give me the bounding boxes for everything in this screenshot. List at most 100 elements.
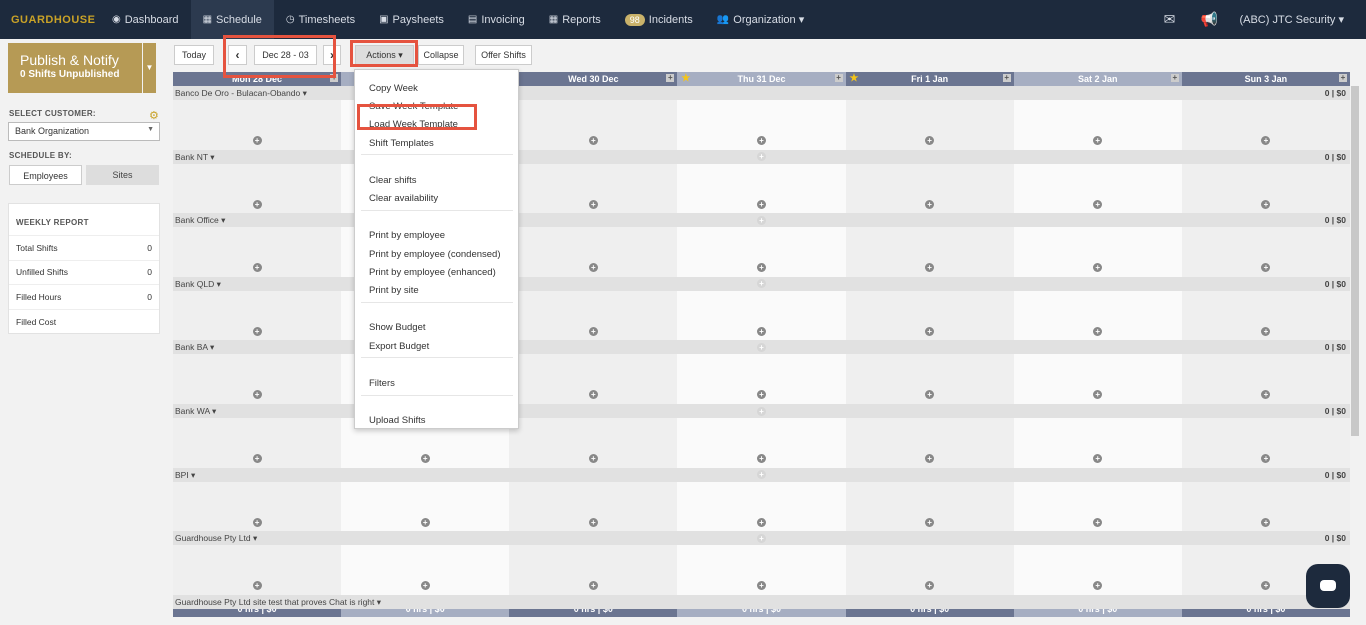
envelope-icon[interactable]: ✉ <box>1149 11 1189 28</box>
report-value: 0 <box>147 291 152 302</box>
company-menu[interactable]: (ABC) JTC Security ▾ <box>1229 13 1366 26</box>
add-shift-icon[interactable]: + <box>252 136 262 145</box>
day-label: Thu 31 Dec <box>737 74 786 84</box>
add-shift-icon[interactable]: + <box>252 326 262 336</box>
add-shift-icon[interactable]: + <box>756 326 766 336</box>
nav-label: Dashboard <box>124 13 179 26</box>
menu-print-by-site[interactable]: Print by site <box>369 285 419 296</box>
add-shift-icon[interactable]: + <box>1261 199 1271 209</box>
report-label: Total Shifts <box>16 242 58 253</box>
expand-day-icon[interactable]: + <box>1170 74 1179 82</box>
publish-title: Publish & Notify <box>20 52 119 68</box>
nav-organization[interactable]: 👥 Organization ▾ <box>705 0 816 39</box>
add-shift-icon[interactable]: + <box>252 517 262 527</box>
site-total: 0 | $0 <box>1324 278 1346 289</box>
menu-shift-templates[interactable]: Shift Templates <box>369 138 434 149</box>
add-shift-icon[interactable]: + <box>1093 326 1103 336</box>
add-shift-icon[interactable]: + <box>1093 517 1103 527</box>
add-shift-icon[interactable]: + <box>756 454 766 463</box>
publish-subtitle: 0 Shifts Unpublished <box>20 69 120 80</box>
expand-day-icon[interactable]: + <box>834 74 843 82</box>
menu-divider <box>361 154 513 155</box>
menu-show-budget[interactable]: Show Budget <box>369 322 426 333</box>
nav-dashboard[interactable]: ◉ Dashboard <box>100 0 191 39</box>
add-shift-icon[interactable]: + <box>588 454 598 463</box>
add-shift-icon[interactable]: + <box>588 517 598 527</box>
publish-dropdown-caret[interactable]: ▼ <box>143 43 156 93</box>
schedule-grid: Mon 28 Dec+0 hrs | $0Tue 29 Dec+0 hrs | … <box>173 72 1350 617</box>
expand-day-icon[interactable]: + <box>666 74 675 82</box>
add-shift-icon[interactable]: + <box>756 215 766 225</box>
nav-incidents[interactable]: 98 Incidents <box>613 0 705 39</box>
menu-filters[interactable]: Filters <box>369 378 395 389</box>
schedule-by-employees[interactable]: Employees <box>9 165 82 185</box>
nav-timesheets[interactable]: ◷ Timesheets <box>274 0 367 39</box>
add-shift-icon[interactable]: + <box>252 454 262 463</box>
add-shift-icon[interactable]: + <box>925 517 935 527</box>
add-shift-icon[interactable]: + <box>925 326 935 336</box>
scrollbar[interactable] <box>1351 86 1359 436</box>
report-row: Filled Cost <box>9 310 159 335</box>
add-shift-icon[interactable]: + <box>252 199 262 209</box>
menu-clear-availability[interactable]: Clear availability <box>369 193 438 204</box>
menu-print-by-employee[interactable]: Print by employee <box>369 230 445 241</box>
schedule-by-sites[interactable]: Sites <box>86 165 159 185</box>
add-shift-icon[interactable]: + <box>420 454 430 463</box>
guardhouse-logo[interactable]: GUARDHOUSE <box>0 14 100 26</box>
add-shift-icon[interactable]: + <box>756 517 766 527</box>
add-shift-icon[interactable]: + <box>252 263 262 273</box>
publish-notify-button[interactable]: Publish & Notify 0 Shifts Unpublished <box>8 43 142 93</box>
nav-schedule[interactable]: ▦ Schedule <box>190 0 274 39</box>
megaphone-icon[interactable]: 📢 <box>1189 11 1229 28</box>
expand-day-icon[interactable]: + <box>1002 74 1011 82</box>
nav-invoicing[interactable]: ▤ Invoicing <box>456 0 537 39</box>
site-total: 0 | $0 <box>1324 151 1346 162</box>
nav-paysheets[interactable]: ▣ Paysheets <box>367 0 456 39</box>
add-shift-icon[interactable]: + <box>925 199 935 209</box>
add-shift-icon[interactable]: + <box>252 581 262 591</box>
collapse-button[interactable]: Collapse <box>418 45 464 65</box>
expand-day-icon[interactable]: + <box>1338 74 1347 82</box>
today-button[interactable]: Today <box>174 45 214 65</box>
add-shift-icon[interactable]: + <box>756 136 766 145</box>
add-shift-icon[interactable]: + <box>588 581 598 591</box>
add-shift-icon[interactable]: + <box>420 517 430 527</box>
add-shift-icon[interactable]: + <box>588 136 598 145</box>
gear-icon[interactable]: ⚙ <box>149 109 159 122</box>
add-shift-icon[interactable]: + <box>420 581 430 591</box>
chat-bubble-icon <box>1320 580 1336 591</box>
add-shift-icon[interactable]: + <box>756 199 766 209</box>
menu-export-budget[interactable]: Export Budget <box>369 341 429 352</box>
chat-widget-button[interactable] <box>1306 564 1350 608</box>
menu-clear-shifts[interactable]: Clear shifts <box>369 175 417 186</box>
add-shift-icon[interactable]: + <box>1093 199 1103 209</box>
customer-select[interactable]: Bank Organization ▼ <box>8 122 160 141</box>
add-shift-icon[interactable]: + <box>756 152 766 162</box>
site-row-header[interactable]: Guardhouse Pty Ltd site test that proves… <box>173 594 1350 609</box>
money-icon: ▣ <box>379 14 389 25</box>
add-shift-icon[interactable]: + <box>756 533 766 543</box>
nav-reports[interactable]: ▦ Reports <box>537 0 613 39</box>
report-row: Total Shifts 0 <box>9 236 159 261</box>
menu-print-by-employee-enhanced[interactable]: Print by employee (enhanced) <box>369 267 496 278</box>
site-row-header[interactable]: Banco De Oro - Bulacan-Obando ▾ 0 | $0 <box>173 86 1350 100</box>
menu-copy-week[interactable]: Copy Week <box>369 83 418 94</box>
day-label: Wed 30 Dec <box>568 74 619 84</box>
site-name: Guardhouse Pty Ltd ▾ <box>175 533 258 544</box>
schedule-by-label: SCHEDULE BY: <box>9 151 73 160</box>
offer-shifts-button[interactable]: Offer Shifts <box>475 45 532 65</box>
add-shift-icon[interactable]: + <box>588 263 598 273</box>
add-shift-icon[interactable]: + <box>756 470 766 480</box>
add-shift-icon[interactable]: + <box>1261 517 1271 527</box>
site-total: 0 | $0 <box>1324 469 1346 480</box>
site-name: Bank BA ▾ <box>175 342 215 353</box>
menu-divider <box>361 210 513 211</box>
add-shift-icon[interactable]: + <box>588 199 598 209</box>
menu-print-by-employee-condensed[interactable]: Print by employee (condensed) <box>369 249 501 260</box>
site-total: 0 | $0 <box>1324 342 1346 353</box>
add-shift-icon[interactable]: + <box>756 342 766 352</box>
add-shift-icon[interactable]: + <box>588 326 598 336</box>
menu-upload-shifts[interactable]: Upload Shifts <box>369 415 426 426</box>
add-shift-icon[interactable]: + <box>756 406 766 416</box>
add-shift-icon[interactable]: + <box>252 390 262 400</box>
